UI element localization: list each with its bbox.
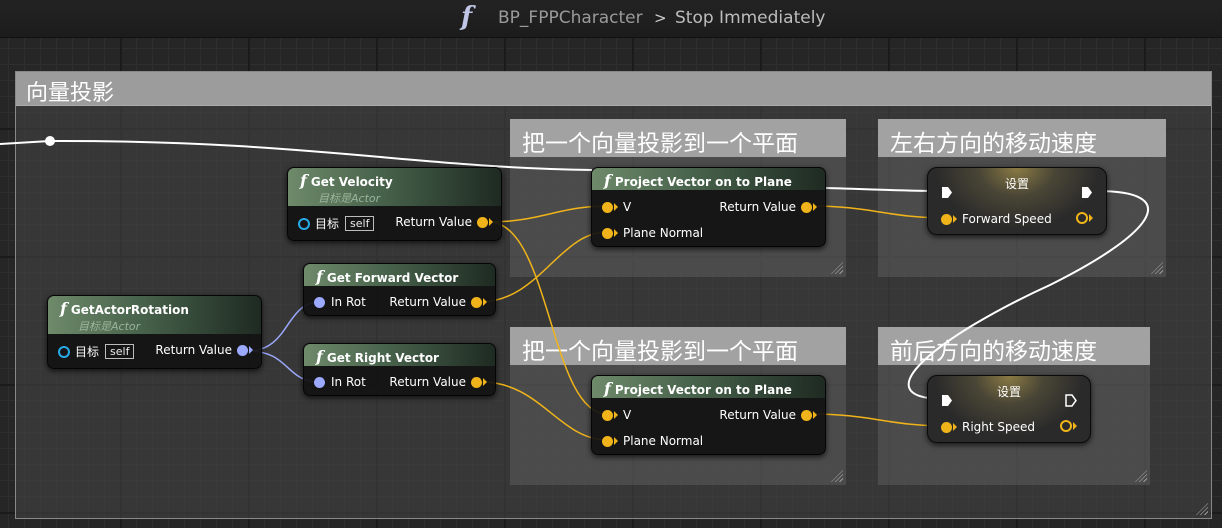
resize-grip-icon[interactable] [831,262,843,274]
return-value-pin[interactable]: Return Value [389,295,487,309]
vector-pin-icon[interactable] [602,201,613,213]
rotator-pin-icon[interactable] [314,376,325,388]
project-vector-node-2[interactable]: f Project Vector on to Plane V Plane Norm… [591,375,826,455]
self-box: self [345,216,375,231]
return-value-pin[interactable]: Return Value [719,200,817,214]
vector-pin-icon[interactable] [801,201,812,213]
in-rot-pin[interactable]: In Rot [314,375,366,389]
resize-grip-icon[interactable] [831,470,843,482]
node-subtitle: 目标是Actor [318,192,381,205]
exec-out-icon[interactable] [1065,394,1077,407]
set-forward-speed-node[interactable]: 设置 Forward Speed [927,167,1107,235]
plane-normal-pin[interactable]: Plane Normal [602,434,703,448]
vector-pin-icon[interactable] [1076,212,1088,224]
return-value-pin[interactable]: Return Value [719,408,817,422]
vector-pin-icon[interactable] [477,216,488,228]
exec-in-icon[interactable] [941,186,953,198]
get-right-vector-node[interactable]: f Get Right Vector In Rot Return Value [303,343,496,396]
get-velocity-node[interactable]: f Get Velocity 目标是Actor 目标 self Return Val… [287,167,502,241]
forward-speed-pin[interactable]: Forward Speed [941,212,1052,226]
breadcrumb-function[interactable]: Stop Immediately [675,8,826,28]
node-title: Get Right Vector [326,351,439,365]
breadcrumb-separator-icon: > [654,9,667,27]
set-right-speed-node[interactable]: 设置 Right Speed [927,375,1091,443]
function-f-icon: f [316,347,323,366]
vector-pin-icon[interactable] [602,435,613,447]
comment-title[interactable]: 向量投影 [16,72,1211,106]
comment-title[interactable]: 左右方向的移动速度 [878,119,1166,157]
in-rot-pin[interactable]: In Rot [314,295,366,309]
object-pin-icon[interactable] [298,217,310,230]
node-title: Get Velocity [310,175,393,189]
function-f-icon: f [300,171,307,190]
vector-pin-icon[interactable] [602,409,613,421]
vector-pin-icon[interactable] [1060,420,1072,432]
node-subtitle: 目标是Actor [78,320,141,333]
vector-pin-icon[interactable] [801,409,812,421]
output-pin[interactable] [1060,420,1077,432]
v-pin[interactable]: V [602,408,631,422]
plane-normal-pin[interactable]: Plane Normal [602,226,703,240]
return-value-pin[interactable]: Return Value [395,215,493,229]
self-box: self [105,344,135,359]
node-title: Project Vector on to Plane [614,383,792,397]
vector-pin-icon[interactable] [941,213,952,225]
comment-title[interactable]: 把一个向量投影到一个平面 [510,327,846,365]
exec-in-icon[interactable] [941,394,953,406]
target-pin[interactable]: 目标 self [298,215,375,232]
project-vector-node-1[interactable]: f Project Vector on to Plane V Plane Norm… [591,167,826,247]
vector-pin-icon[interactable] [471,376,482,388]
output-pin[interactable] [1076,212,1093,224]
node-title: 设置 [1004,177,1029,191]
breadcrumb-blueprint[interactable]: BP_FPPCharacter [498,8,643,28]
return-value-pin[interactable]: Return Value [155,343,253,357]
target-pin[interactable]: 目标 self [58,343,135,360]
comment-title[interactable]: 把一个向量投影到一个平面 [510,119,846,157]
get-actor-rotation-node[interactable]: f GetActorRotation 目标是Actor 目标 self Return… [47,295,262,369]
graph-titlebar: f BP_FPPCharacter > Stop Immediately [0,0,1222,38]
rotator-pin-icon[interactable] [237,344,248,356]
rotator-pin-icon[interactable] [314,296,325,308]
object-pin-icon[interactable] [58,345,70,358]
vector-pin-icon[interactable] [602,227,613,239]
node-title: Get Forward Vector [326,271,459,285]
function-f-icon: f [461,2,473,32]
right-speed-pin[interactable]: Right Speed [941,420,1035,434]
vector-pin-icon[interactable] [471,296,482,308]
node-title: GetActorRotation [70,303,189,317]
function-f-icon: f [604,171,611,190]
v-pin[interactable]: V [602,200,631,214]
resize-grip-icon[interactable] [1151,262,1163,274]
vector-pin-icon[interactable] [941,421,952,433]
function-f-icon: f [60,299,67,318]
return-value-pin[interactable]: Return Value [389,375,487,389]
resize-grip-icon[interactable] [1135,470,1147,482]
comment-title[interactable]: 前后方向的移动速度 [878,327,1150,365]
resize-grip-icon[interactable] [1196,503,1208,515]
node-title: Project Vector on to Plane [614,175,792,189]
function-f-icon: f [316,267,323,286]
exec-out-icon[interactable] [1081,186,1093,198]
get-forward-vector-node[interactable]: f Get Forward Vector In Rot Return Value [303,263,496,316]
function-f-icon: f [604,379,611,398]
